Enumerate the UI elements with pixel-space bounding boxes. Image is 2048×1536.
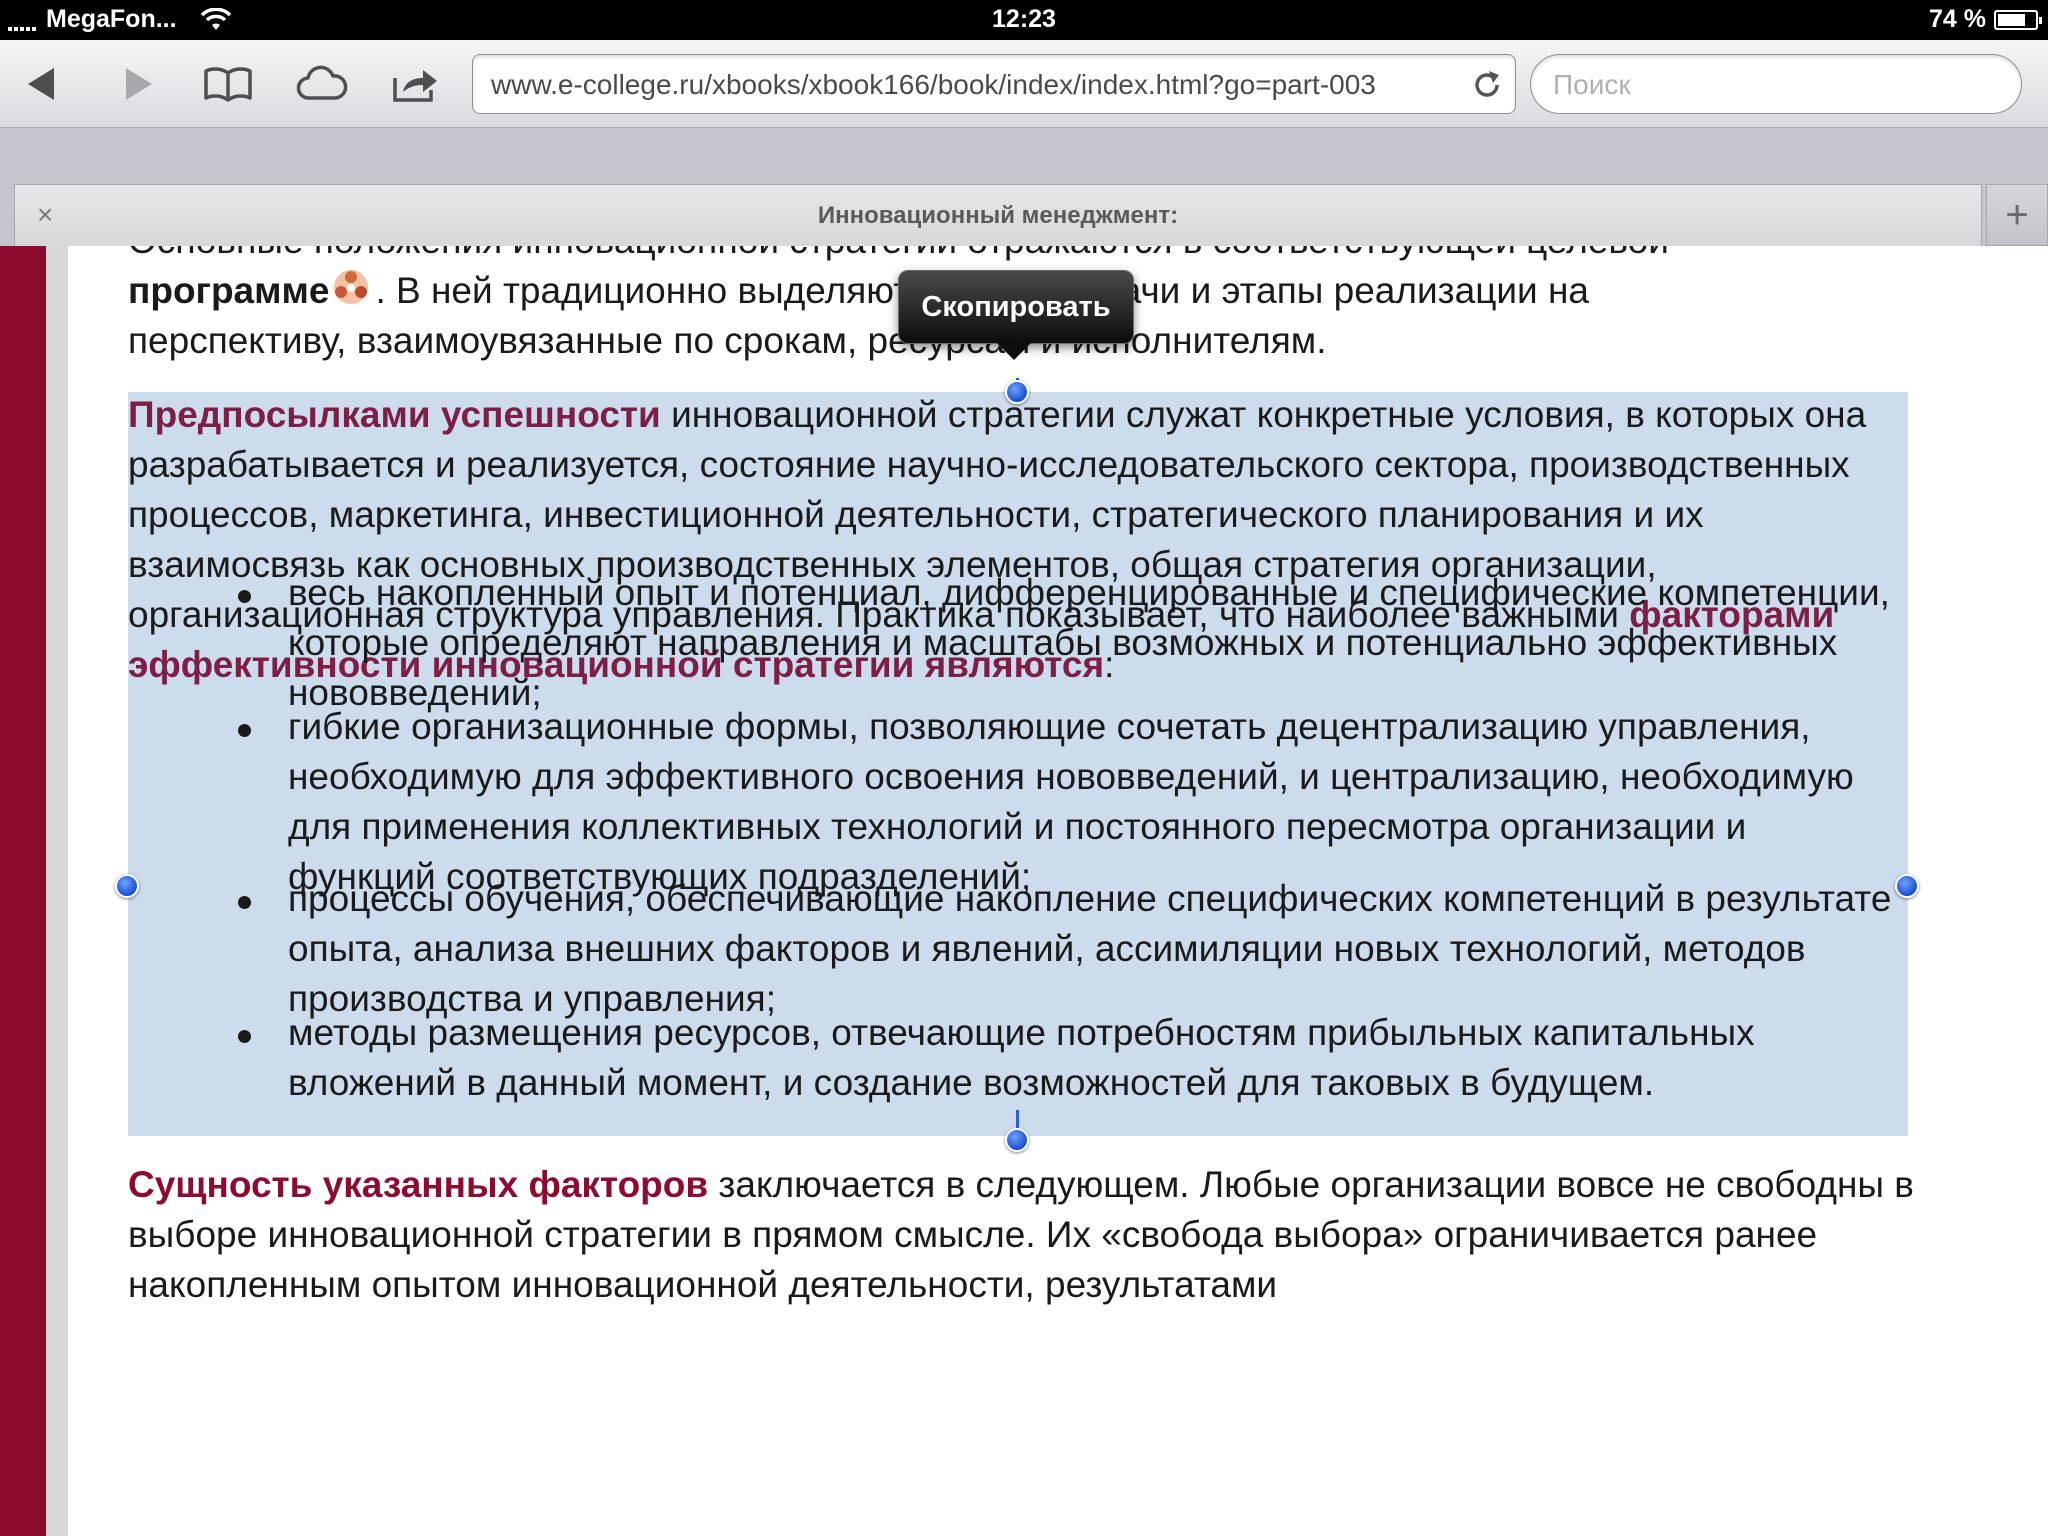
selection-end-handle[interactable]: [1005, 1128, 1029, 1152]
program-link-icon[interactable]: [331, 267, 371, 307]
bullet-icon: [238, 590, 251, 603]
tab-strip: × Инновационный менеджмент: +: [0, 128, 2048, 246]
forward-icon: [126, 68, 152, 100]
selection-right-handle[interactable]: [1895, 874, 1919, 898]
list-item-text: методы размещения ресурсов, отвечающие п…: [288, 1012, 1755, 1103]
bookmarks-icon: [204, 67, 252, 102]
copy-popup-arrow: [996, 342, 1032, 360]
list-item-text: весь накопленный опыт и потенциал, диффе…: [288, 572, 1890, 713]
browser-toolbar: www.e-college.ru/xbooks/xbook166/book/in…: [0, 40, 2048, 128]
back-button[interactable]: [14, 56, 70, 112]
essence-term: Сущность указанных факторов: [128, 1164, 709, 1205]
bullet-icon: [238, 896, 251, 909]
status-bar: MegaFon... 12:23 74 %: [0, 0, 2048, 40]
selection-left-handle[interactable]: [115, 874, 139, 898]
share-icon: [393, 70, 437, 102]
paragraph-essence: Сущность указанных факторов заключается …: [128, 1160, 1928, 1310]
list-item-text: процессы обучения, обеспечивающие накопл…: [288, 878, 1892, 1019]
bookmarks-button[interactable]: [200, 56, 256, 112]
page-content: Основные положения инновационной стратег…: [0, 246, 2048, 1536]
battery-level-fill: [1998, 13, 2025, 26]
bullet-icon: [238, 724, 251, 737]
icloud-icon: [296, 65, 348, 100]
battery-group: 74 %: [1929, 5, 2042, 34]
book-sidebar-edge: [46, 246, 68, 1536]
share-button[interactable]: [388, 56, 444, 112]
search-placeholder: Поиск: [1553, 69, 1631, 100]
search-field[interactable]: Поиск: [1530, 54, 2022, 114]
battery-icon: [1994, 9, 2042, 30]
preconditions-term: Предпосылками успешности: [128, 394, 661, 435]
clipped-text-line: Основные положения инновационной стратег…: [128, 246, 1948, 266]
address-bar[interactable]: www.e-college.ru/xbooks/xbook166/book/in…: [472, 54, 1516, 114]
forward-button[interactable]: [110, 56, 166, 112]
new-tab-button[interactable]: +: [1986, 184, 2048, 246]
tab-title: Инновационный менеджмент:: [817, 202, 1179, 229]
selection-start-handle[interactable]: [1005, 380, 1029, 404]
clock: 12:23: [992, 5, 1056, 33]
tab-active[interactable]: × Инновационный менеджмент:: [14, 184, 1982, 246]
url-text: www.e-college.ru/xbooks/xbook166/book/in…: [491, 69, 1376, 100]
bullet-icon: [238, 1030, 251, 1043]
list-item-text: гибкие организационные формы, позволяющи…: [288, 706, 1854, 897]
program-term: программе: [128, 270, 330, 311]
reload-icon[interactable]: [1469, 67, 1505, 103]
icloud-tabs-button[interactable]: [294, 56, 350, 112]
back-icon: [28, 68, 54, 100]
battery-percent: 74 %: [1929, 5, 1986, 33]
intro-line-2: перспективу, взаимоувязанные по срокам, …: [128, 320, 1327, 361]
copy-button[interactable]: Скопировать: [898, 270, 1134, 344]
book-sidebar-stripe: [0, 246, 46, 1536]
